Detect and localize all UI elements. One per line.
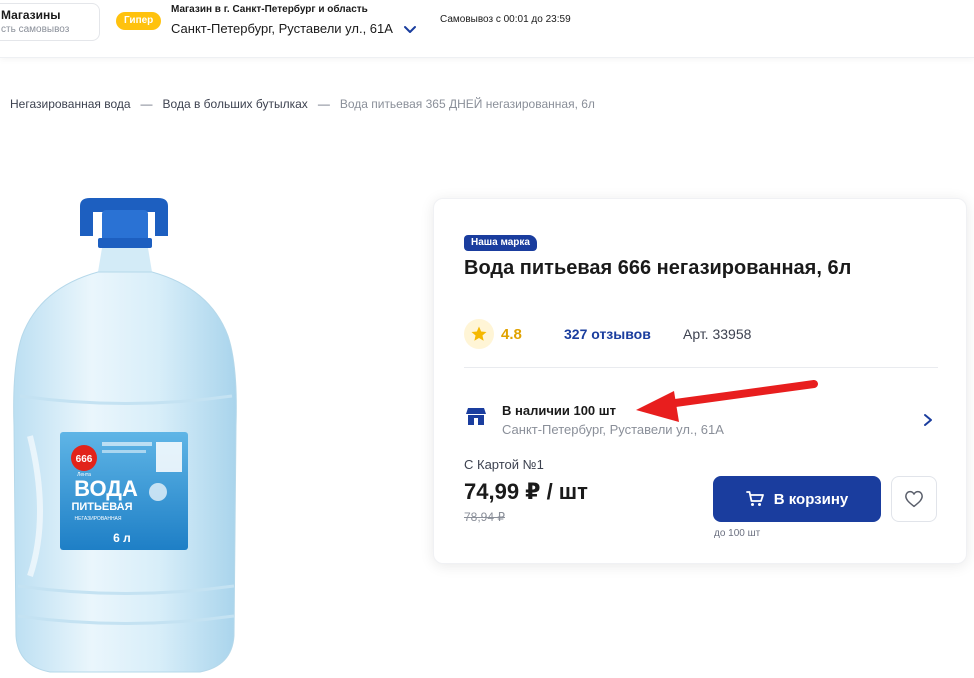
bottle-label-title: ВОДА bbox=[74, 476, 138, 501]
stores-title: Магазины bbox=[1, 8, 61, 22]
bottle-label-type: НЕГАЗИРОВАННАЯ bbox=[75, 516, 122, 522]
store-icon bbox=[466, 408, 486, 425]
chevron-down-icon bbox=[403, 25, 416, 33]
rating-value: 4.8 bbox=[501, 326, 522, 343]
store-type-badge: Гипер bbox=[116, 12, 162, 30]
brand-badge: Наша марка bbox=[464, 235, 537, 251]
product-card: Наша марка Вода питьевая 666 негазирован… bbox=[433, 198, 967, 564]
add-to-cart-label: В корзину bbox=[773, 490, 849, 508]
breadcrumb-current: Вода питьевая 365 ДНЕЙ негазированная, 6… bbox=[339, 97, 595, 111]
breadcrumb: Негазированная вода — Вода в больших бут… bbox=[10, 97, 595, 111]
region-label: Магазин в г. Санкт-Петербург и область bbox=[171, 4, 368, 15]
stock-note: до 100 шт bbox=[714, 528, 761, 539]
breadcrumb-separator: — bbox=[317, 97, 330, 111]
stores-subtitle: сть самовывоз bbox=[1, 24, 70, 35]
pickup-hours: Самовывоз с 00:01 до 23:59 bbox=[440, 14, 571, 25]
bottle-logo: 666 bbox=[76, 454, 93, 465]
reviews-link[interactable]: 327 отзывов bbox=[564, 326, 651, 342]
favorite-button[interactable] bbox=[891, 476, 937, 522]
price: 74,99 ₽ / шт bbox=[464, 479, 588, 504]
rating-badge bbox=[464, 319, 494, 349]
chevron-right-icon bbox=[924, 414, 932, 426]
breadcrumb-link[interactable]: Негазированная вода bbox=[10, 97, 131, 111]
heart-icon bbox=[905, 490, 923, 508]
store-address-selector[interactable]: Санкт-Петербург, Руставели ул., 61А bbox=[171, 21, 417, 36]
cart-icon bbox=[745, 491, 764, 506]
top-header: Магазины сть самовывоз Гипер Магазин в г… bbox=[0, 0, 974, 58]
breadcrumb-separator: — bbox=[140, 97, 153, 111]
article-number: Арт. 33958 bbox=[683, 326, 752, 342]
availability-status: В наличии 100 шт bbox=[502, 403, 616, 418]
store-address: Санкт-Петербург, Руставели ул., 61А bbox=[171, 21, 393, 36]
add-to-cart-button[interactable]: В корзину bbox=[713, 476, 881, 522]
product-title: Вода питьевая 666 негазированная, 6л bbox=[464, 257, 852, 279]
availability-address: Санкт-Петербург, Руставели ул., 61А bbox=[502, 422, 724, 437]
star-icon bbox=[471, 326, 487, 341]
card-price-label: С Картой №1 bbox=[464, 457, 544, 472]
availability-row[interactable]: В наличии 100 шт Санкт-Петербург, Рустав… bbox=[464, 395, 938, 445]
old-price: 78,94 ₽ bbox=[464, 510, 505, 524]
divider bbox=[464, 367, 938, 368]
breadcrumb-link[interactable]: Вода в больших бутылках bbox=[163, 97, 308, 111]
product-image: 666 Лента ВОДА ПИТЬЕВАЯ НЕГАЗИРОВАННАЯ 6… bbox=[13, 198, 237, 673]
bottle-label-subtitle: ПИТЬЕВАЯ bbox=[71, 501, 132, 513]
bottle-volume: 6 л bbox=[113, 531, 131, 545]
stores-button[interactable]: Магазины сть самовывоз bbox=[0, 3, 100, 41]
